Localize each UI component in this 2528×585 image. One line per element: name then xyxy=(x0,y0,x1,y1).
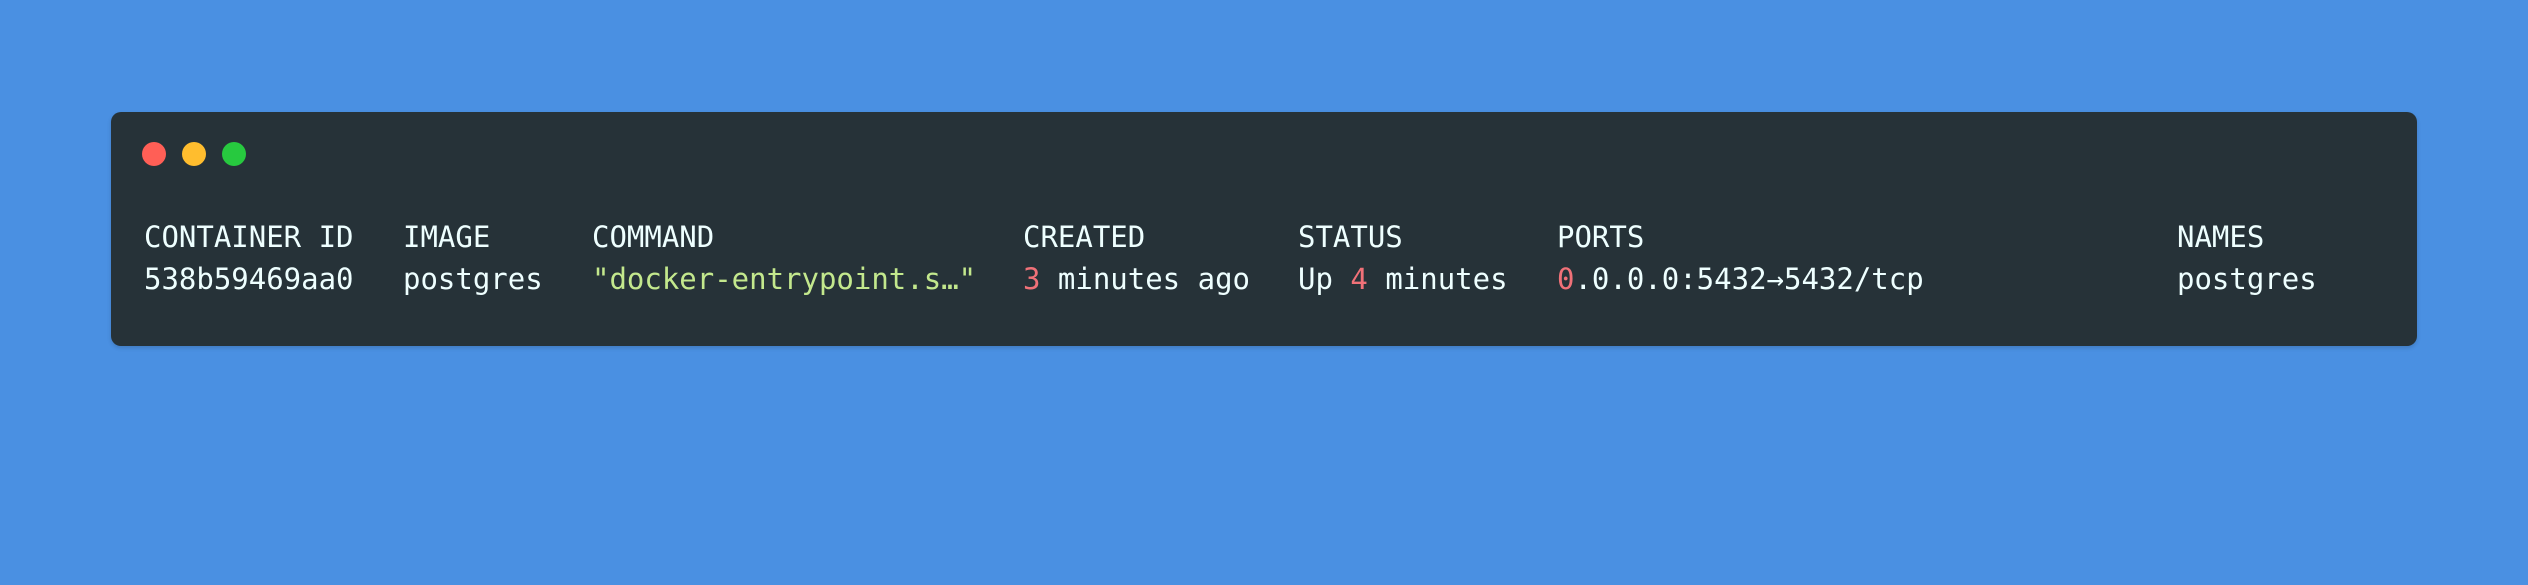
command-value: "docker-entrypoint.s…" xyxy=(592,262,977,296)
status-value: Up 4 minutes xyxy=(1298,261,1508,297)
header-ports: PORTS xyxy=(1557,220,1645,254)
header-image: IMAGE xyxy=(403,220,491,254)
terminal-window: CONTAINER ID IMAGE COMMAND CREATED STATU… xyxy=(111,112,2417,346)
header-command: COMMAND xyxy=(592,220,715,254)
ports-text: .0.0.0:5432→5432/tcp xyxy=(1574,262,1924,296)
table-header-row: CONTAINER ID IMAGE COMMAND CREATED STATU… xyxy=(111,219,2264,255)
table-row: 538b59469aa0 postgres "docker-entrypoint… xyxy=(111,261,2317,297)
status-number: 4 xyxy=(1350,262,1368,296)
image-value: postgres xyxy=(403,262,543,296)
created-number: 3 xyxy=(1023,262,1041,296)
window-controls xyxy=(142,142,246,166)
ports-number: 0 xyxy=(1557,262,1575,296)
container-id-value: 538b59469aa0 xyxy=(144,262,354,296)
ports-value: 0.0.0.0:5432→5432/tcp xyxy=(1557,261,1924,297)
created-value: 3 minutes ago xyxy=(1023,261,1250,297)
header-status: STATUS xyxy=(1298,220,1403,254)
names-value: postgres xyxy=(2177,262,2317,296)
header-names: NAMES xyxy=(2177,220,2265,254)
status-text: minutes xyxy=(1367,262,1508,296)
header-created: CREATED xyxy=(1023,220,1146,254)
status-prefix: Up xyxy=(1298,262,1351,296)
close-dot-icon[interactable] xyxy=(142,142,166,166)
maximize-dot-icon[interactable] xyxy=(222,142,246,166)
created-text: minutes ago xyxy=(1040,262,1250,296)
header-container-id: CONTAINER ID xyxy=(144,220,354,254)
minimize-dot-icon[interactable] xyxy=(182,142,206,166)
